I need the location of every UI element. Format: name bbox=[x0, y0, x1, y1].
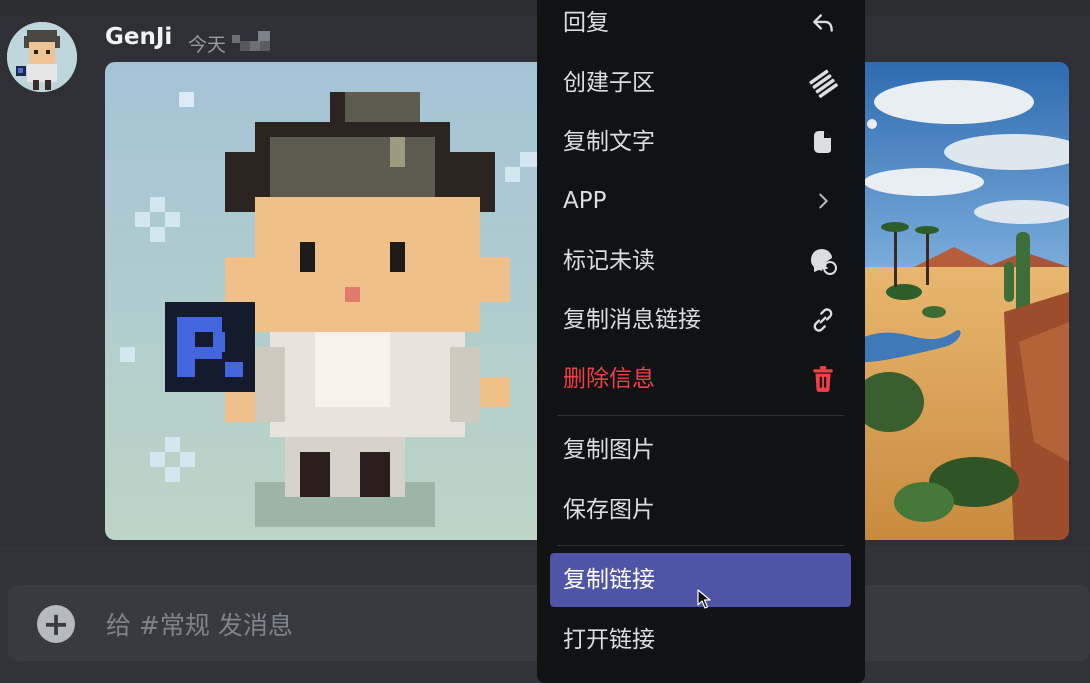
menu-item-label: 保存图片 bbox=[563, 497, 655, 523]
pixel-character-icon bbox=[105, 62, 537, 540]
menu-item-create-thread[interactable]: 创建子区 bbox=[550, 56, 851, 110]
menu-item-save-image[interactable]: 保存图片 bbox=[550, 483, 851, 537]
avatar[interactable] bbox=[7, 22, 77, 92]
chevron-right-icon bbox=[808, 186, 838, 216]
thread-icon bbox=[808, 68, 838, 98]
menu-separator bbox=[557, 415, 844, 416]
menu-item-label: 标记未读 bbox=[563, 248, 655, 274]
plus-circle-icon[interactable]: + bbox=[37, 605, 75, 643]
menu-item-copy-message-link[interactable]: 复制消息链接 bbox=[550, 293, 851, 347]
message-input[interactable] bbox=[104, 606, 528, 644]
menu-item-label: APP bbox=[563, 188, 607, 214]
mouse-cursor-icon bbox=[697, 589, 711, 609]
menu-item-reply[interactable]: 回复 bbox=[550, 0, 851, 50]
menu-item-label: 打开链接 bbox=[563, 627, 655, 653]
mark-unread-icon bbox=[808, 246, 838, 276]
reply-icon bbox=[808, 8, 838, 38]
pixel-art-character-image[interactable] bbox=[105, 62, 537, 540]
menu-separator bbox=[557, 545, 844, 546]
menu-item-copy-image[interactable]: 复制图片 bbox=[550, 423, 851, 477]
username[interactable]: GenJi bbox=[105, 24, 172, 50]
trash-icon bbox=[808, 364, 838, 394]
timestamp-redacted-icon bbox=[232, 31, 270, 51]
menu-item-label: 创建子区 bbox=[563, 70, 655, 96]
menu-item-label: 删除信息 bbox=[563, 366, 655, 392]
link-icon bbox=[808, 305, 838, 335]
menu-item-label: 回复 bbox=[563, 10, 609, 36]
menu-item-mark-unread[interactable]: 标记未读 bbox=[550, 234, 851, 288]
timestamp: 今天 bbox=[188, 34, 227, 56]
menu-item-copy-link[interactable]: 复制链接 bbox=[550, 553, 851, 609]
copy-text-icon bbox=[808, 127, 838, 157]
menu-item-open-link[interactable]: 打开链接 bbox=[550, 613, 851, 667]
menu-item-copy-text[interactable]: 复制文字 bbox=[550, 115, 851, 169]
desert-landscape-icon bbox=[864, 62, 1069, 540]
menu-item-label: 复制图片 bbox=[563, 437, 655, 463]
menu-item-label: 复制链接 bbox=[563, 567, 655, 593]
menu-item-apps[interactable]: APP bbox=[550, 174, 851, 228]
menu-item-delete-message[interactable]: 删除信息 bbox=[550, 352, 851, 406]
desert-oasis-image[interactable] bbox=[864, 62, 1069, 540]
menu-item-label: 复制消息链接 bbox=[563, 307, 701, 333]
menu-item-label: 复制文字 bbox=[563, 129, 655, 155]
context-menu: 回复 创建子区 复制文字 APP 标记未读 复制消息链接 删除信息 复制图片 保… bbox=[537, 0, 865, 683]
pixel-avatar-icon bbox=[7, 22, 77, 92]
